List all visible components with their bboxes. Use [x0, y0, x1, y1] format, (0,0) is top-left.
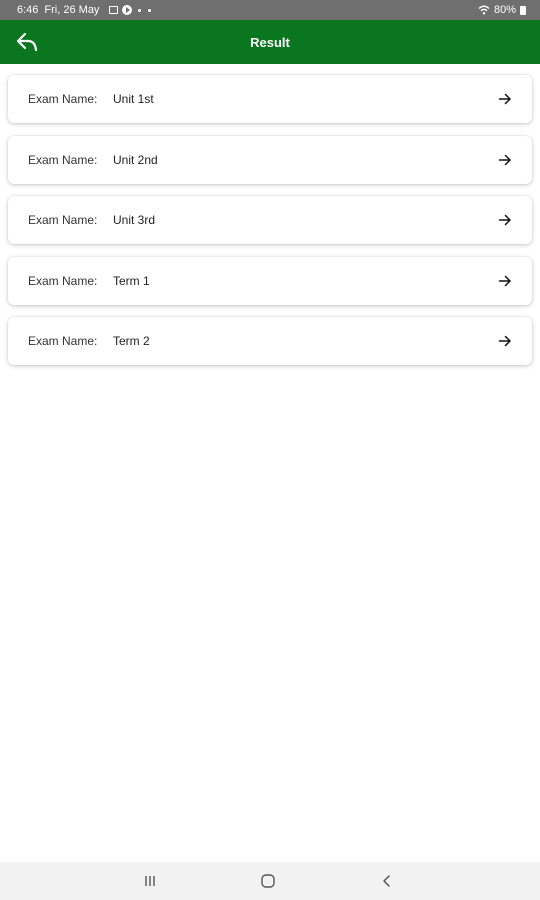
exam-card-term-2[interactable]: Exam Name: Term 2 [8, 317, 532, 365]
status-date: Fri, 26 May [44, 4, 100, 16]
arrow-right-icon[interactable] [498, 213, 512, 227]
exam-name: Unit 1st [113, 92, 154, 106]
more-notifications-icon [138, 8, 142, 12]
arrow-right-icon[interactable] [498, 153, 512, 167]
status-right: 80% [478, 4, 526, 16]
arrow-right-icon[interactable] [498, 92, 512, 106]
exam-label: Exam Name: [28, 152, 98, 167]
exam-card-unit-3rd[interactable]: Exam Name: Unit 3rd [8, 196, 532, 244]
arrow-right-icon[interactable] [498, 274, 512, 288]
home-button[interactable] [248, 862, 288, 900]
status-time: 6:46 [17, 4, 39, 16]
home-icon [261, 874, 275, 888]
exam-card-unit-2nd[interactable]: Exam Name: Unit 2nd [8, 135, 532, 184]
exam-name: Unit 3rd [113, 213, 156, 227]
exam-name: Term 2 [113, 334, 150, 348]
recent-apps-button[interactable] [130, 862, 170, 900]
wifi-icon [478, 5, 490, 15]
notification-dot-icon [148, 8, 152, 12]
battery-icon [520, 5, 526, 15]
exam-name: Term 1 [113, 273, 150, 288]
exam-label: Exam Name: [28, 213, 98, 227]
recent-apps-icon [145, 876, 155, 886]
status-left: 6:46 Fri, 26 May [17, 4, 152, 16]
arrow-right-icon[interactable] [498, 334, 512, 348]
back-icon [383, 875, 390, 887]
battery-level: 80% [493, 4, 516, 16]
system-nav-bar [0, 862, 540, 900]
status-bar: 6:46 Fri, 26 May 80% [0, 0, 540, 20]
gallery-notification-icon [109, 6, 119, 14]
youtube-notification-icon [122, 5, 133, 15]
exam-card-unit-1st[interactable]: Exam Name: Unit 1st [8, 75, 532, 123]
page-title: Result [250, 34, 290, 50]
exam-name: Unit 2nd [113, 152, 158, 167]
exam-label: Exam Name: [28, 273, 98, 288]
app-bar: Result [0, 20, 540, 64]
reply-arrow-icon [16, 32, 38, 52]
exam-list: Exam Name: Unit 1st Exam Name: Unit 2nd … [8, 75, 532, 378]
system-back-button[interactable] [367, 862, 407, 900]
back-button[interactable] [13, 29, 41, 55]
exam-label: Exam Name: [28, 334, 98, 348]
notification-icons [109, 5, 152, 15]
exam-card-term-1[interactable]: Exam Name: Term 1 [8, 256, 532, 305]
exam-label: Exam Name: [28, 92, 98, 106]
